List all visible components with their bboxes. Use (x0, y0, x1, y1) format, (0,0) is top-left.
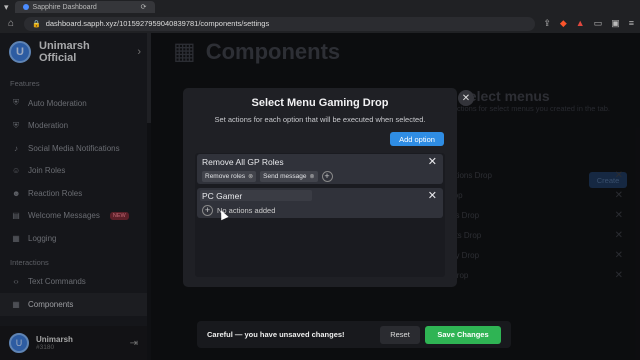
option-card: Remove All GP Roles ✕ Remove roles ⊗ Sen… (197, 154, 443, 184)
browser-menu-icon[interactable]: ≡ (629, 18, 634, 29)
address-bar: ⌂ 🔒 dashboard.sapph.xyz/1015927959040839… (0, 14, 640, 33)
browser-chrome: ▾ Sapphire Dashboard ⟳ ⌂ 🔒 dashboard.sap… (0, 0, 640, 33)
remove-icon[interactable]: ⊗ (310, 173, 315, 180)
lock-icon: 🔒 (32, 20, 41, 28)
url-field[interactable]: 🔒 dashboard.sapph.xyz/101592795904083978… (24, 16, 536, 31)
save-changes-button[interactable]: Save Changes (425, 325, 501, 344)
unsaved-message: Careful — you have unsaved changes! (207, 330, 345, 339)
browser-tab[interactable]: Sapphire Dashboard ⟳ (14, 1, 155, 13)
remove-icon[interactable]: ⊗ (248, 173, 253, 180)
action-tag-label: Remove roles (205, 173, 246, 180)
favicon-icon (22, 4, 29, 10)
close-icon[interactable]: ✕ (428, 155, 437, 168)
option-list: Remove All GP Roles ✕ Remove roles ⊗ Sen… (195, 153, 445, 277)
close-icon[interactable]: ✕ (458, 90, 474, 106)
add-action-icon[interactable]: + (321, 171, 333, 182)
action-tags: Remove roles ⊗ Send message ⊗ + (202, 171, 333, 182)
extension-icons: ⇪ ◆ ▲ ▭ ▣ ≡ (543, 18, 634, 29)
action-tags: + No actions added (202, 205, 275, 216)
action-tag[interactable]: Remove roles ⊗ (202, 171, 257, 182)
brave-shield-icon[interactable]: ◆ (560, 18, 567, 29)
tab-title: Sapphire Dashboard (32, 3, 97, 11)
url-text: dashboard.sapph.xyz/1015927959040839781/… (45, 19, 270, 28)
close-icon[interactable]: ✕ (428, 189, 437, 202)
add-option-button[interactable]: Add option (390, 132, 444, 146)
modal-description: Set actions for each option that will be… (214, 115, 426, 124)
option-card: PC Gamer ✕ + No actions added (197, 188, 443, 218)
wallet-icon[interactable]: ▣ (611, 18, 620, 29)
tab-bar: ▾ Sapphire Dashboard ⟳ (0, 0, 640, 14)
share-icon[interactable]: ⇪ (543, 18, 551, 29)
sidebar-toggle-icon[interactable]: ▭ (594, 18, 603, 29)
modal-title: Select Menu Gaming Drop (251, 97, 389, 109)
brave-rewards-icon[interactable]: ▲ (576, 18, 585, 29)
option-name[interactable]: Remove All GP Roles (202, 157, 284, 167)
select-menu-modal: Select Menu Gaming Drop Set actions for … (183, 88, 474, 287)
reset-button[interactable]: Reset (380, 325, 420, 344)
unsaved-changes-bar: Careful — you have unsaved changes! Rese… (197, 321, 511, 348)
reload-icon[interactable]: ⟳ (141, 3, 147, 11)
action-tag[interactable]: Send message ⊗ (260, 171, 318, 182)
action-tag-label: Send message (263, 173, 307, 180)
add-action-icon[interactable]: + (202, 205, 213, 216)
menu-icon[interactable]: ▾ (4, 2, 9, 13)
option-name[interactable]: PC Gamer (202, 191, 242, 201)
bookmark-icon[interactable]: ⌂ (6, 18, 16, 29)
